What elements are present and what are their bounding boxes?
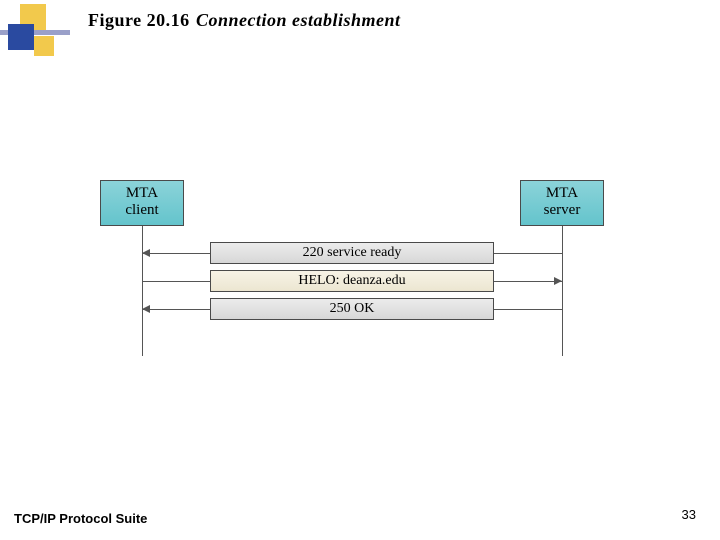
msg3-arrowhead (142, 305, 150, 313)
msg2-box: HELO: deanza.edu (210, 270, 494, 292)
msg3-text: 250 OK (330, 301, 375, 316)
msg3-line-right (494, 309, 562, 310)
slide-logo (0, 0, 70, 70)
figure-caption: Connection establishment (196, 10, 401, 31)
mta-server-line2: server (521, 202, 603, 219)
msg3-box: 250 OK (210, 298, 494, 320)
figure-number: Figure 20.16 (88, 10, 190, 31)
msg1-box: 220 service ready (210, 242, 494, 264)
msg1-line-left (142, 253, 210, 254)
msg2-line-left (142, 281, 210, 282)
msg1-text: 220 service ready (303, 245, 402, 260)
mta-client-line2: client (101, 202, 183, 219)
mta-server-box: MTA server (520, 180, 604, 226)
page-number: 33 (682, 507, 696, 522)
msg1-line-right (494, 253, 562, 254)
sequence-diagram: MTA client MTA server 220 service ready … (60, 180, 660, 380)
msg2-text: HELO: deanza.edu (298, 273, 405, 288)
msg2-line-right (494, 281, 562, 282)
client-lifeline (142, 226, 143, 356)
footer-text: TCP/IP Protocol Suite (14, 511, 147, 526)
msg2-arrowhead (554, 277, 562, 285)
mta-client-line1: MTA (101, 185, 183, 202)
mta-client-box: MTA client (100, 180, 184, 226)
msg1-arrowhead (142, 249, 150, 257)
server-lifeline (562, 226, 563, 356)
mta-server-line1: MTA (521, 185, 603, 202)
msg3-line-left (142, 309, 210, 310)
